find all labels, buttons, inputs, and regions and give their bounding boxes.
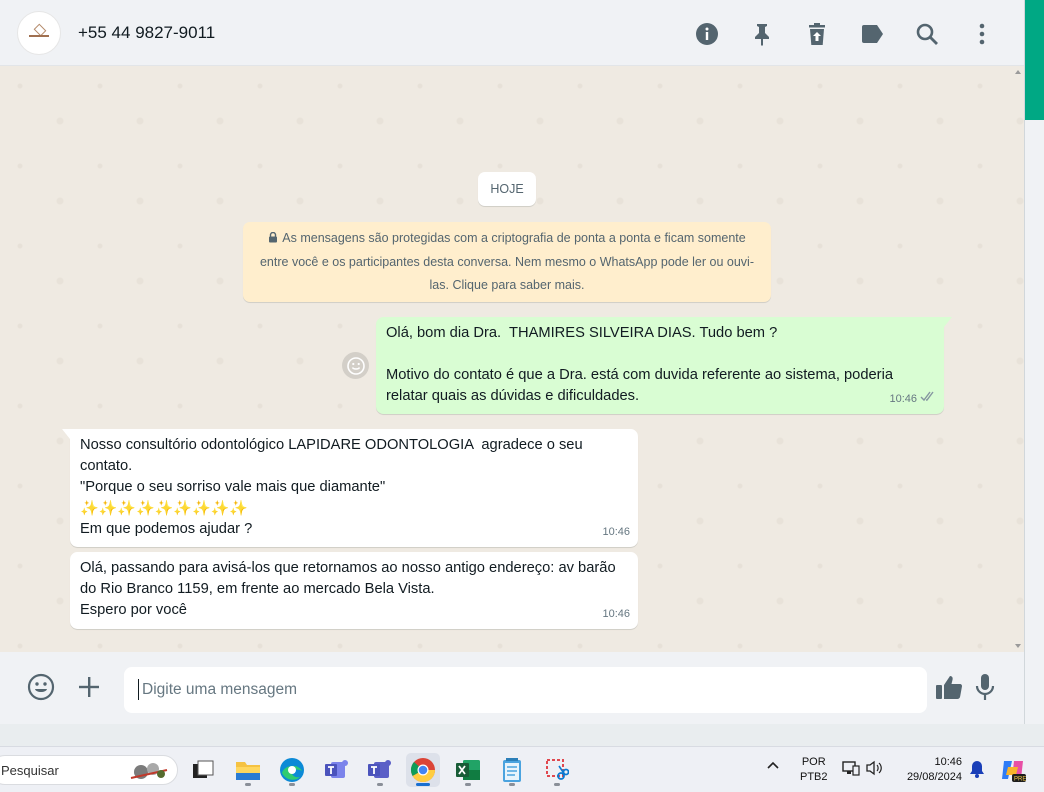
encryption-notice[interactable]: As mensagens são protegidas com a cripto… [243, 222, 771, 302]
running-indicator [377, 783, 383, 786]
lock-icon [268, 228, 278, 251]
message-text: Nosso consultório odontológico LAPIDARE … [80, 437, 583, 495]
teams-work-icon[interactable] [363, 753, 397, 787]
task-view-icon[interactable] [186, 753, 220, 787]
taskbar-search-label: Pesquisar [1, 763, 59, 778]
delete-icon[interactable] [800, 17, 833, 50]
copilot-icon[interactable]: PRE [1000, 757, 1026, 783]
message-meta: 10:46 [602, 604, 630, 625]
search-highlight-icon [130, 763, 168, 779]
attach-plus-icon[interactable] [73, 671, 105, 703]
volume-icon[interactable] [865, 760, 883, 776]
header-actions [690, 17, 998, 50]
message-time: 10:46 [602, 526, 630, 538]
message-bubble-incoming[interactable]: Olá, passando para avisá-los que retorna… [70, 552, 638, 629]
language-indicator[interactable]: POR PTB2 [800, 755, 828, 785]
pin-icon[interactable] [745, 17, 778, 50]
clock[interactable]: 10:46 29/08/2024 [896, 755, 962, 785]
encryption-text: As mensagens são protegidas com a cripto… [259, 231, 754, 292]
thumbs-up-icon[interactable] [933, 671, 965, 703]
running-indicator [554, 783, 560, 786]
clock-time: 10:46 [934, 756, 962, 768]
taskbar-search[interactable]: Pesquisar [0, 755, 178, 785]
emoji-reaction-button[interactable] [342, 352, 369, 379]
sparkles-emoji: ✨✨✨✨✨✨✨✨✨ [80, 500, 249, 517]
keyboard-layout: PTB2 [800, 771, 828, 783]
message-time: 10:46 [889, 393, 917, 405]
excel-icon[interactable] [451, 753, 485, 787]
windows-taskbar: Pesquisar POR PTB2 10:46 29/08/2024 PRE [0, 746, 1044, 792]
notepad-icon[interactable] [495, 753, 529, 787]
info-icon[interactable] [690, 17, 723, 50]
message-text: Olá, bom dia Dra. THAMIRES SILVEIRA DIAS… [386, 325, 894, 404]
notification-bell-icon[interactable] [969, 760, 985, 778]
message-text-after: Em que podemos ajudar ? [80, 521, 253, 537]
label-icon[interactable] [855, 17, 888, 50]
running-indicator [289, 783, 295, 786]
running-indicator [465, 783, 471, 786]
message-text: Olá, passando para avisá-los que retorna… [80, 560, 616, 618]
chevron-up-icon[interactable] [766, 760, 780, 770]
contact-name[interactable]: +55 44 9827-9011 [78, 23, 215, 43]
chrome-icon[interactable] [406, 753, 440, 787]
message-time: 10:46 [602, 608, 630, 620]
date-divider: HOJE [478, 172, 536, 206]
scroll-up-arrow-icon[interactable] [1015, 70, 1021, 74]
window-bottom-edge [0, 724, 1044, 746]
network-icon[interactable] [842, 760, 860, 776]
scroll-down-arrow-icon[interactable] [1015, 644, 1021, 648]
chat-header: +55 44 9827-9011 [0, 0, 1024, 66]
running-indicator [509, 783, 515, 786]
microphone-icon[interactable] [969, 671, 1001, 703]
message-input[interactable] [124, 667, 927, 713]
clock-date: 29/08/2024 [906, 771, 962, 783]
message-composer [0, 652, 1024, 724]
emoji-icon[interactable] [25, 671, 57, 703]
message-bubble-incoming[interactable]: Nosso consultório odontológico LAPIDARE … [62, 429, 638, 547]
svg-text:PRE: PRE [1014, 777, 1026, 783]
snipping-tool-icon[interactable] [540, 753, 574, 787]
file-explorer-icon[interactable] [231, 753, 265, 787]
accent-bar [1025, 0, 1044, 120]
message-list[interactable]: HOJE As mensagens são protegidas com a c… [0, 66, 1024, 652]
message-bubble-outgoing[interactable]: Olá, bom dia Dra. THAMIRES SILVEIRA DIAS… [376, 317, 952, 414]
whatsapp-window: +55 44 9827-9011 HOJE As mensagens são p… [0, 0, 1024, 724]
message-meta: 10:46 [602, 522, 630, 543]
teams-icon[interactable] [320, 753, 354, 787]
menu-icon[interactable] [965, 17, 998, 50]
search-icon[interactable] [910, 17, 943, 50]
lapidare-logo [27, 26, 51, 40]
message-meta: 10:46 [889, 389, 936, 410]
edge-browser-icon[interactable] [275, 753, 309, 787]
running-indicator [245, 783, 251, 786]
active-indicator [416, 783, 430, 786]
avatar[interactable] [17, 10, 61, 55]
language-code: POR [801, 756, 826, 768]
side-panel-edge [1024, 0, 1044, 724]
double-check-icon [920, 389, 936, 410]
text-cursor [138, 679, 139, 700]
